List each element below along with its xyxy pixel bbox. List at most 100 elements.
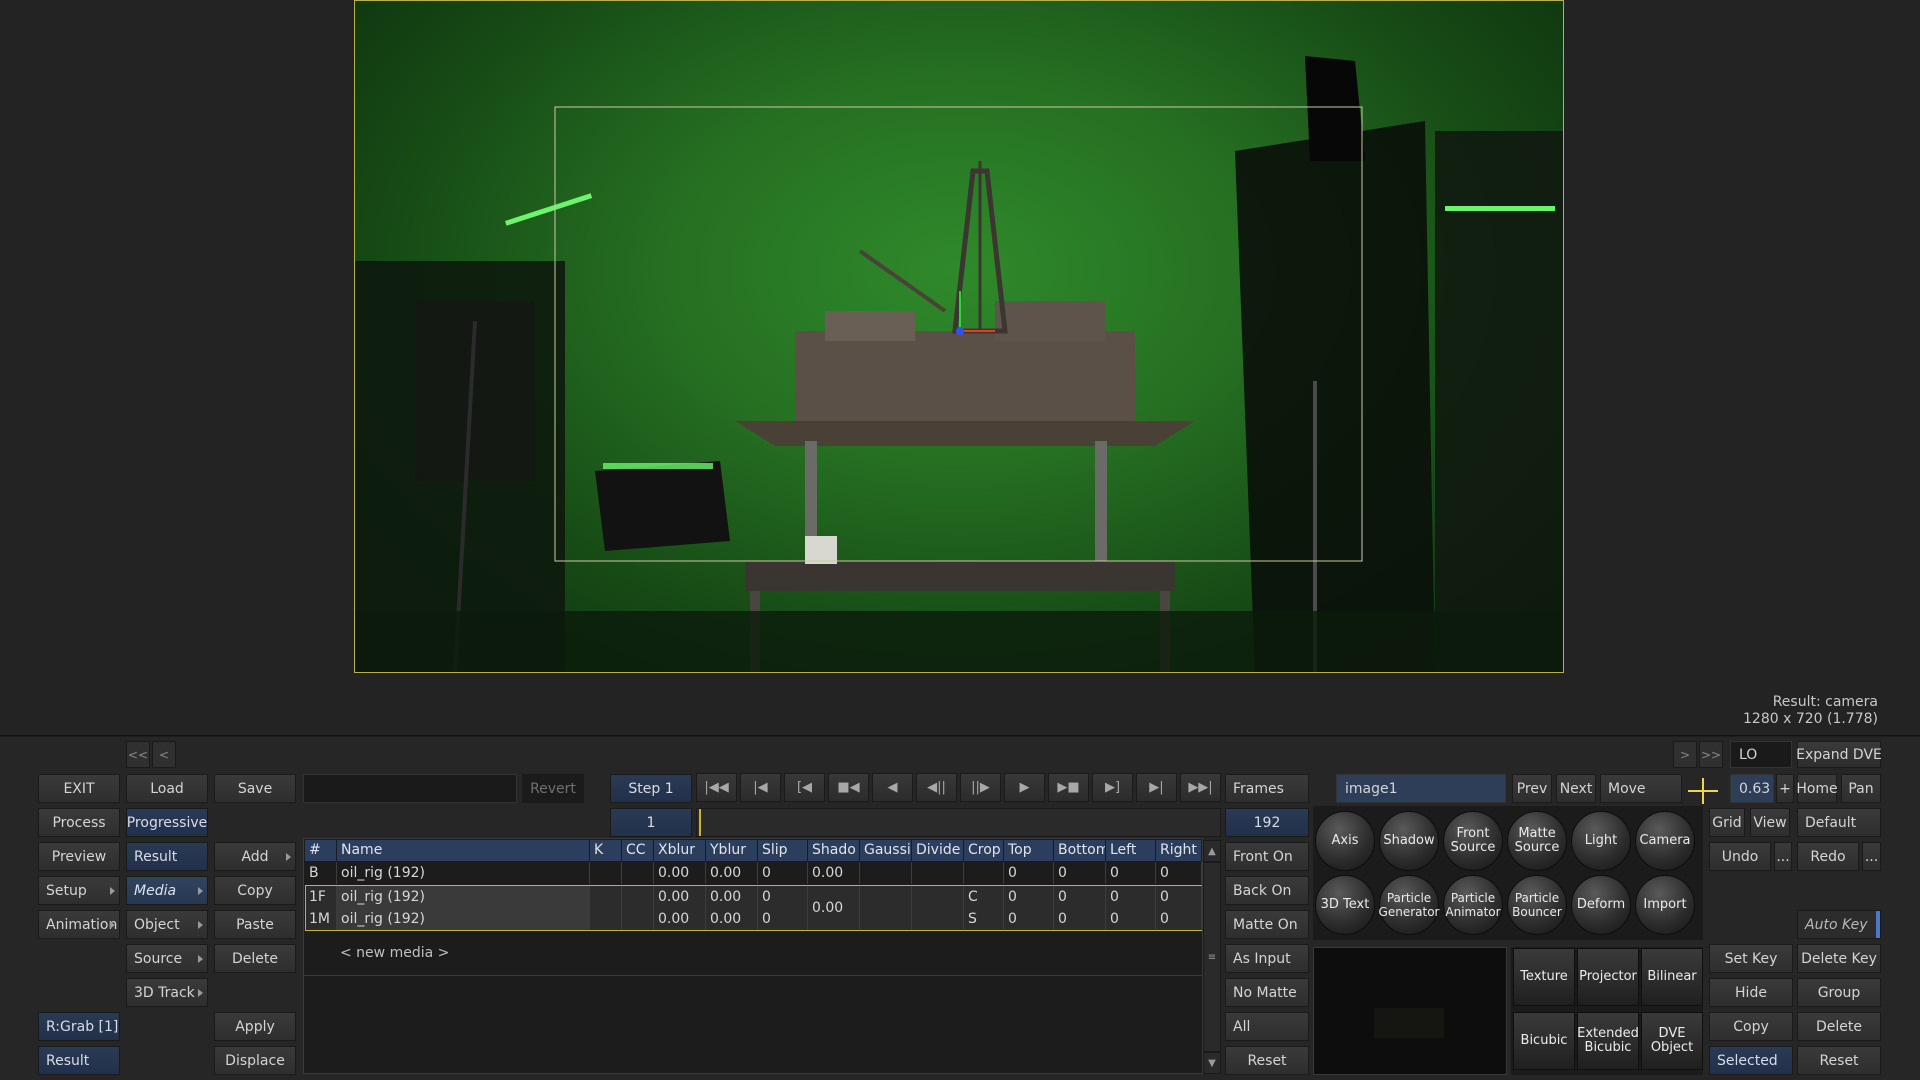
dve-object-node[interactable]: DVE Object [1641,1012,1703,1070]
col-header-name[interactable]: Name [337,840,590,861]
matte-reset-button[interactable]: Reset [1225,1046,1309,1075]
back-on-button[interactable]: Back On [1225,876,1309,905]
scroll-down-icon[interactable]: ▼ [1203,1052,1221,1074]
bicubic-node[interactable]: Bicubic [1513,1012,1575,1070]
animation-menu[interactable]: Animation [38,910,120,939]
col-header-yblur[interactable]: Yblur [706,840,758,861]
hide-button[interactable]: Hide [1709,978,1793,1007]
zoom-field[interactable]: 0.63 [1730,774,1774,803]
nav-prev-button[interactable]: < [152,741,176,768]
exit-button[interactable]: EXIT [38,774,120,803]
process-button[interactable]: Process [38,808,120,837]
shadow-node[interactable]: Shadow [1379,811,1439,871]
col-header-crop[interactable]: Crop [964,840,1004,861]
particle-generator-node[interactable]: Particle Generator [1379,875,1439,935]
preview-button[interactable]: Preview [38,842,120,871]
object-tab[interactable]: Object [126,910,208,939]
undo-list-button[interactable]: ... [1774,842,1792,871]
result-view-button[interactable]: Result [38,1046,120,1075]
col-header-cc[interactable]: CC [622,840,654,861]
nav-last-button[interactable]: >> [1699,741,1723,768]
prev-node-button[interactable]: Prev [1512,774,1552,803]
total-frames-field[interactable]: 192 [1225,808,1309,837]
table-row[interactable]: 1F oil_rig (192) 0.00 0.00 0 0.00 C 0 0 … [303,886,1203,930]
play-icon[interactable]: ▶ [1004,773,1045,802]
col-header-left[interactable]: Left [1106,840,1156,861]
grid-button[interactable]: Grid [1709,808,1745,837]
media-tab[interactable]: Media [126,876,208,905]
track-3d-tab[interactable]: 3D Track [126,978,208,1007]
pan-button[interactable]: Pan [1841,774,1881,803]
add-button[interactable]: Add [214,842,296,871]
copy-button[interactable]: Copy [214,876,296,905]
paste-button[interactable]: Paste [214,910,296,939]
new-media-entry[interactable]: < new media > [340,945,449,961]
axis-node[interactable]: Axis [1315,811,1375,871]
prev-segment-icon[interactable]: [◀ [784,773,825,802]
default-view-button[interactable]: Default [1797,808,1881,837]
next-node-button[interactable]: Next [1556,774,1596,803]
matte-source-node[interactable]: Matte Source [1507,811,1567,871]
delete-key-button[interactable]: Delete Key [1797,944,1881,973]
matte-on-button[interactable]: Matte On [1225,910,1309,939]
revert-button[interactable]: Revert [522,774,584,803]
col-header-top[interactable]: Top [1004,840,1054,861]
auto-key-toggle[interactable]: Auto Key [1797,910,1881,939]
frames-button[interactable]: Frames [1225,774,1309,803]
redo-button[interactable]: Redo [1797,842,1859,871]
col-header-right[interactable]: Right [1156,840,1202,861]
step-forward-icon[interactable]: ||▶ [960,773,1001,802]
no-matte-button[interactable]: No Matte [1225,978,1309,1007]
rewind-icon[interactable]: ■◀ [828,773,869,802]
group-button[interactable]: Group [1797,978,1881,1007]
view-button[interactable]: View [1750,808,1790,837]
front-on-button[interactable]: Front On [1225,842,1309,871]
texture-node[interactable]: Texture [1513,948,1575,1006]
rgrab-button[interactable]: R:Grab [1] [38,1012,120,1041]
import-node[interactable]: Import [1635,875,1695,935]
scroll-up-icon[interactable]: ▲ [1203,840,1221,862]
all-button[interactable]: All [1225,1012,1309,1041]
node-name-field[interactable]: image1 [1336,774,1506,803]
camera-node[interactable]: Camera [1635,811,1695,871]
zoom-plus-button[interactable]: + [1776,774,1794,803]
particle-bouncer-node[interactable]: Particle Bouncer [1507,875,1567,935]
move-mode-button[interactable]: Move [1600,774,1682,803]
col-header-divide[interactable]: Divide [912,840,964,861]
bilinear-node[interactable]: Bilinear [1641,948,1703,1006]
load-button[interactable]: Load [126,774,208,803]
step-back-icon[interactable]: ◀|| [916,773,957,802]
text-3d-node[interactable]: 3D Text [1315,875,1375,935]
col-header-slip[interactable]: Slip [758,840,808,861]
goto-end-icon[interactable]: ▶▶| [1180,773,1221,802]
col-header-shadow[interactable]: Shado [808,840,860,861]
nav-next-button[interactable]: > [1673,741,1697,768]
save-button[interactable]: Save [214,774,296,803]
undo-button[interactable]: Undo [1709,842,1771,871]
table-scrollbar[interactable]: ≡ [1203,862,1221,1052]
setup-menu[interactable]: Setup [38,876,120,905]
col-header-k[interactable]: K [590,840,622,861]
col-header-bottom[interactable]: Bottom [1054,840,1106,861]
result-button[interactable]: Result [126,842,208,871]
col-header-number[interactable]: # [305,840,337,861]
delete-button[interactable]: Delete [214,944,296,973]
timeline-playhead[interactable] [699,809,701,836]
delete-node-button[interactable]: Delete [1797,1012,1881,1041]
schematic-thumbnail[interactable] [1313,947,1507,1075]
next-key-icon[interactable]: ▶| [1136,773,1177,802]
front-source-node[interactable]: Front Source [1443,811,1503,871]
extended-bicubic-node[interactable]: Extended Bicubic [1577,1012,1639,1070]
apply-button[interactable]: Apply [214,1012,296,1041]
light-node[interactable]: Light [1571,811,1631,871]
projector-node[interactable]: Projector [1577,948,1639,1006]
as-input-button[interactable]: As Input [1225,944,1309,973]
fast-forward-icon[interactable]: ▶■ [1048,773,1089,802]
current-frame-field[interactable]: 1 [610,808,692,837]
home-button[interactable]: Home [1796,774,1838,803]
progressive-button[interactable]: Progressive [126,808,208,837]
set-key-button[interactable]: Set Key [1709,944,1793,973]
copy-node-button[interactable]: Copy [1709,1012,1793,1041]
setup-name-field[interactable] [303,774,517,803]
col-header-gaussian[interactable]: Gaussi [860,840,912,861]
